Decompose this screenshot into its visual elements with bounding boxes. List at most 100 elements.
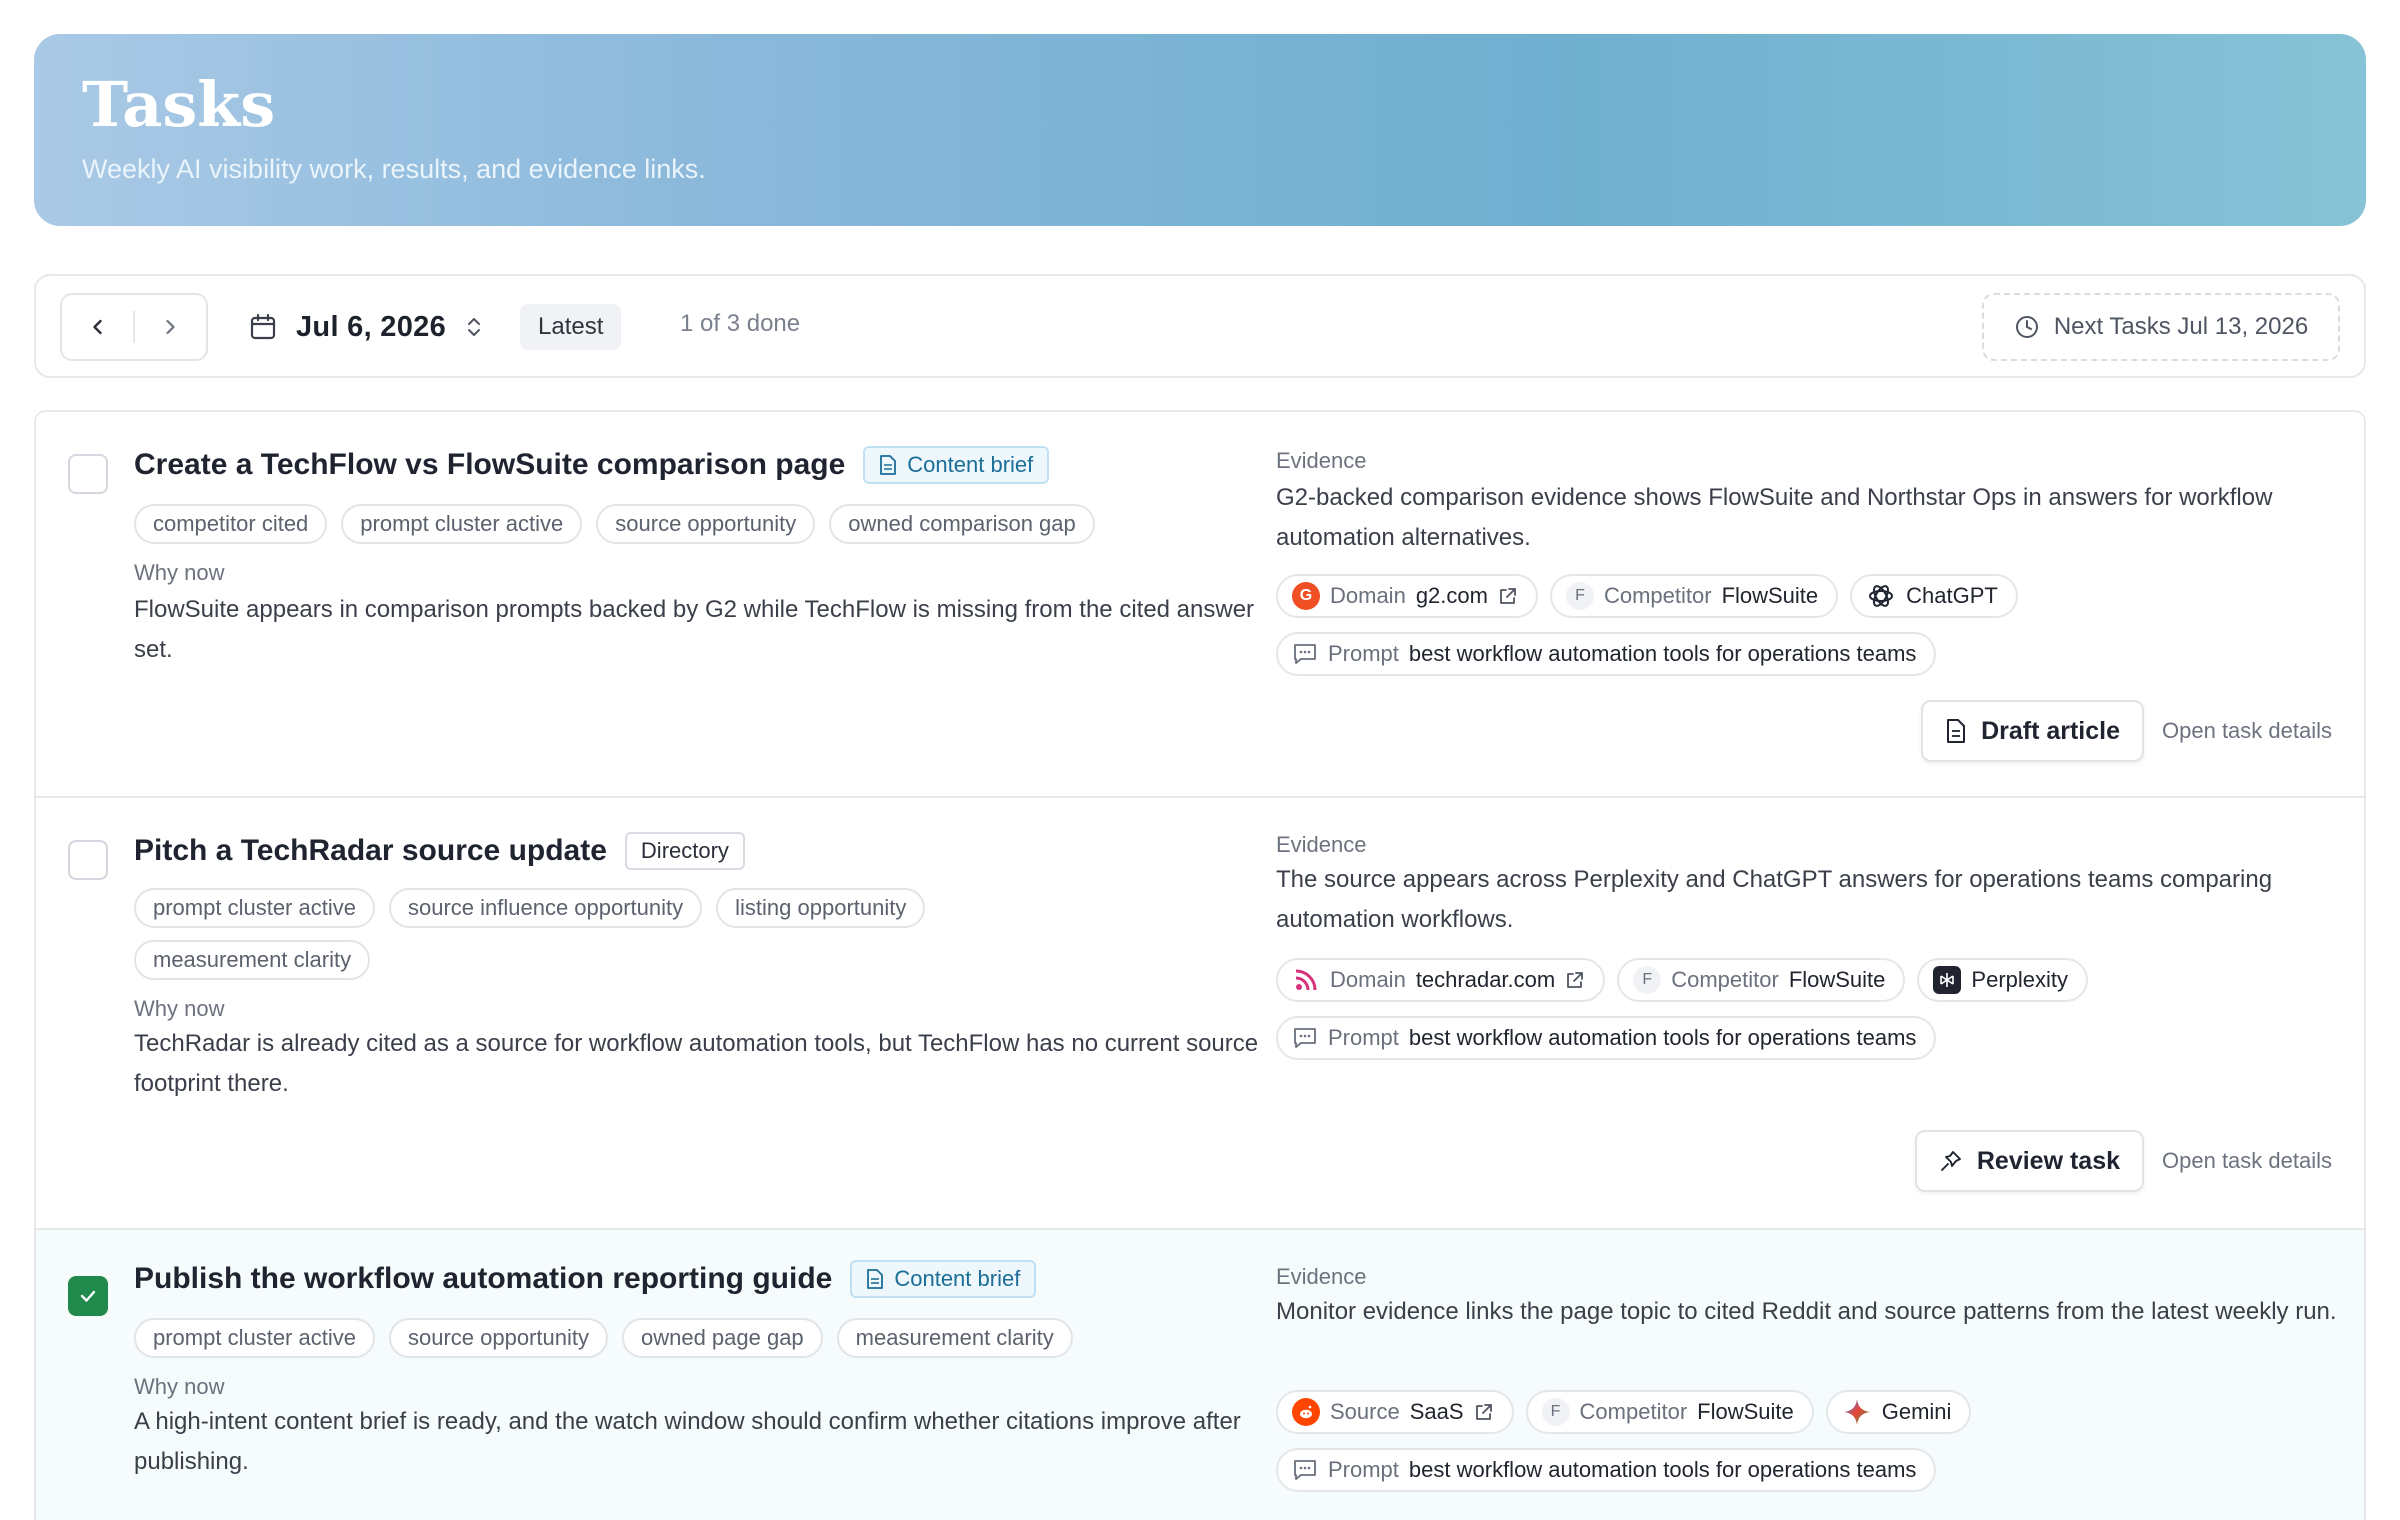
task-checkbox[interactable] xyxy=(68,454,108,494)
competitor-avatar: F xyxy=(1565,582,1594,610)
evidence-label: Evidence xyxy=(1276,832,1367,857)
prompt-chip-value: best workflow automation tools for opera… xyxy=(1408,641,1917,666)
task-actions: Draft article Open task details xyxy=(1921,700,2332,762)
task-row: Publish the workflow automation reportin… xyxy=(36,1230,2364,1520)
task-checkbox[interactable] xyxy=(68,1276,108,1316)
competitor-avatar: F xyxy=(1541,1398,1570,1426)
week-toolbar: Jul 6, 2026 Latest 1 of 3 done Next Task… xyxy=(34,274,2366,378)
task-tag: source opportunity xyxy=(388,1318,608,1358)
competitor-chip-label: Competitor xyxy=(1671,967,1779,992)
week-date-picker[interactable]: Jul 6, 2026 xyxy=(248,303,484,351)
review-task-button[interactable]: Review task xyxy=(1914,1130,2145,1192)
selected-week-date: Jul 6, 2026 xyxy=(296,310,447,343)
document-icon xyxy=(880,455,897,475)
next-tasks-indicator: Next Tasks Jul 13, 2026 xyxy=(1982,293,2340,361)
reddit-icon xyxy=(1292,1398,1320,1426)
domain-chip-label: Domain xyxy=(1330,583,1406,608)
source-chip[interactable]: Source SaaS xyxy=(1276,1390,1514,1434)
prompt-chip-label: Prompt xyxy=(1328,641,1399,666)
domain-chip-value: techradar.com xyxy=(1415,967,1556,992)
calendar-icon xyxy=(250,313,276,340)
competitor-chip-label: Competitor xyxy=(1603,583,1712,608)
competitor-avatar: F xyxy=(1633,966,1662,994)
task-tag: prompt cluster active xyxy=(341,504,583,544)
source-chip-label: Source xyxy=(1330,1399,1400,1424)
task-tag: measurement clarity xyxy=(836,1318,1073,1358)
prompt-chip: Prompt best workflow automation tools fo… xyxy=(1276,632,1937,676)
prompt-chip-label: Prompt xyxy=(1328,1457,1399,1482)
open-task-details-link[interactable]: Open task details xyxy=(2162,718,2332,744)
evidence-text: Monitor evidence links the page topic to… xyxy=(1276,1298,2337,1325)
task-tag: source influence opportunity xyxy=(388,888,703,928)
competitor-chip: F Competitor FlowSuite xyxy=(1617,958,1906,1002)
task-type-label: Content brief xyxy=(907,452,1034,477)
why-now-label: Why now xyxy=(134,996,225,1021)
engine-chip-label: Gemini xyxy=(1881,1399,1952,1424)
why-now-label: Why now xyxy=(134,1374,225,1399)
why-now-label: Why now xyxy=(134,560,225,585)
external-link-icon xyxy=(1475,1404,1492,1420)
perplexity-icon xyxy=(1933,966,1962,994)
draft-article-label: Draft article xyxy=(1981,716,2121,745)
domain-chip[interactable]: Domain techradar.com xyxy=(1276,958,1606,1002)
engine-chip-label: ChatGPT xyxy=(1906,583,1998,608)
why-now-text: FlowSuite appears in comparison prompts … xyxy=(134,596,1255,663)
chatgpt-icon xyxy=(1869,585,1894,607)
next-tasks-label: Next Tasks Jul 13, 2026 xyxy=(2053,313,2309,340)
engine-chip: ChatGPT xyxy=(1850,574,2018,618)
external-link-icon xyxy=(1567,972,1584,988)
task-tag: competitor cited xyxy=(134,504,328,544)
evidence-chips: Source SaaS F Competitor FlowSuite Gemin… xyxy=(1276,1390,2342,1492)
task-tags: prompt cluster active source influence o… xyxy=(134,888,1034,980)
page-subtitle: Weekly AI visibility work, results, and … xyxy=(82,154,706,185)
task-title-row: Publish the workflow automation reportin… xyxy=(134,1260,1037,1298)
g2-logo-icon: G xyxy=(1292,582,1320,610)
chevron-right-icon xyxy=(166,319,176,335)
previous-week-button[interactable] xyxy=(62,295,133,359)
latest-badge: Latest xyxy=(520,304,622,350)
source-chip-value: SaaS xyxy=(1409,1399,1464,1424)
task-type-label: Content brief xyxy=(894,1266,1021,1291)
page-header: Tasks Weekly AI visibility work, results… xyxy=(34,34,2366,226)
engine-chip-label: Perplexity xyxy=(1971,967,2068,992)
week-nav xyxy=(60,293,208,361)
evidence-text: The source appears across Perplexity and… xyxy=(1276,866,2273,933)
prompt-chip: Prompt best workflow automation tools fo… xyxy=(1276,1016,1937,1060)
task-title: Create a TechFlow vs FlowSuite compariso… xyxy=(134,448,846,481)
tasks-page: Tasks Weekly AI visibility work, results… xyxy=(0,0,2400,1520)
competitor-chip: F Competitor FlowSuite xyxy=(1549,574,1839,618)
prompt-chip-value: best workflow automation tools for opera… xyxy=(1408,1457,1917,1482)
chevron-up-down-icon xyxy=(468,318,481,336)
competitor-chip-value: FlowSuite xyxy=(1788,967,1886,992)
message-icon xyxy=(1294,644,1316,664)
task-title-row: Create a TechFlow vs FlowSuite compariso… xyxy=(134,446,1050,484)
prompt-chip: Prompt best workflow automation tools fo… xyxy=(1276,1448,1937,1492)
task-type-badge: Content brief xyxy=(850,1260,1037,1298)
task-title: Publish the workflow automation reportin… xyxy=(134,1262,833,1295)
competitor-chip-value: FlowSuite xyxy=(1721,583,1819,608)
task-row: Pitch a TechRadar source update Director… xyxy=(36,798,2364,1230)
task-tag: source opportunity xyxy=(596,504,816,544)
why-now-text: TechRadar is already cited as a source f… xyxy=(134,1030,1259,1097)
competitor-chip-value: FlowSuite xyxy=(1697,1399,1794,1424)
evidence-label: Evidence xyxy=(1276,1264,1367,1289)
rss-icon xyxy=(1295,969,1317,991)
evidence-label: Evidence xyxy=(1276,448,1367,473)
checkmark-icon xyxy=(80,1290,96,1302)
domain-chip-value: g2.com xyxy=(1415,583,1488,608)
competitor-chip-label: Competitor xyxy=(1579,1399,1688,1424)
next-week-button[interactable] xyxy=(135,295,206,359)
evidence-chips: G Domain g2.com F Competitor FlowSuite C… xyxy=(1276,574,2342,676)
domain-chip[interactable]: G Domain g2.com xyxy=(1276,574,1538,618)
task-list: Create a TechFlow vs FlowSuite compariso… xyxy=(34,410,2366,1520)
prompt-chip-label: Prompt xyxy=(1328,1025,1399,1050)
competitor-chip: F Competitor FlowSuite xyxy=(1525,1390,1814,1434)
evidence-chips: Domain techradar.com F Competitor FlowSu… xyxy=(1276,958,2342,1060)
task-row: Create a TechFlow vs FlowSuite compariso… xyxy=(36,412,2364,798)
task-tags: competitor cited prompt cluster active s… xyxy=(134,504,1254,544)
draft-article-button[interactable]: Draft article xyxy=(1921,700,2145,762)
domain-chip-label: Domain xyxy=(1330,967,1406,992)
open-task-details-link[interactable]: Open task details xyxy=(2162,1148,2332,1174)
task-checkbox[interactable] xyxy=(68,840,108,880)
prompt-chip-value: best workflow automation tools for opera… xyxy=(1408,1025,1917,1050)
